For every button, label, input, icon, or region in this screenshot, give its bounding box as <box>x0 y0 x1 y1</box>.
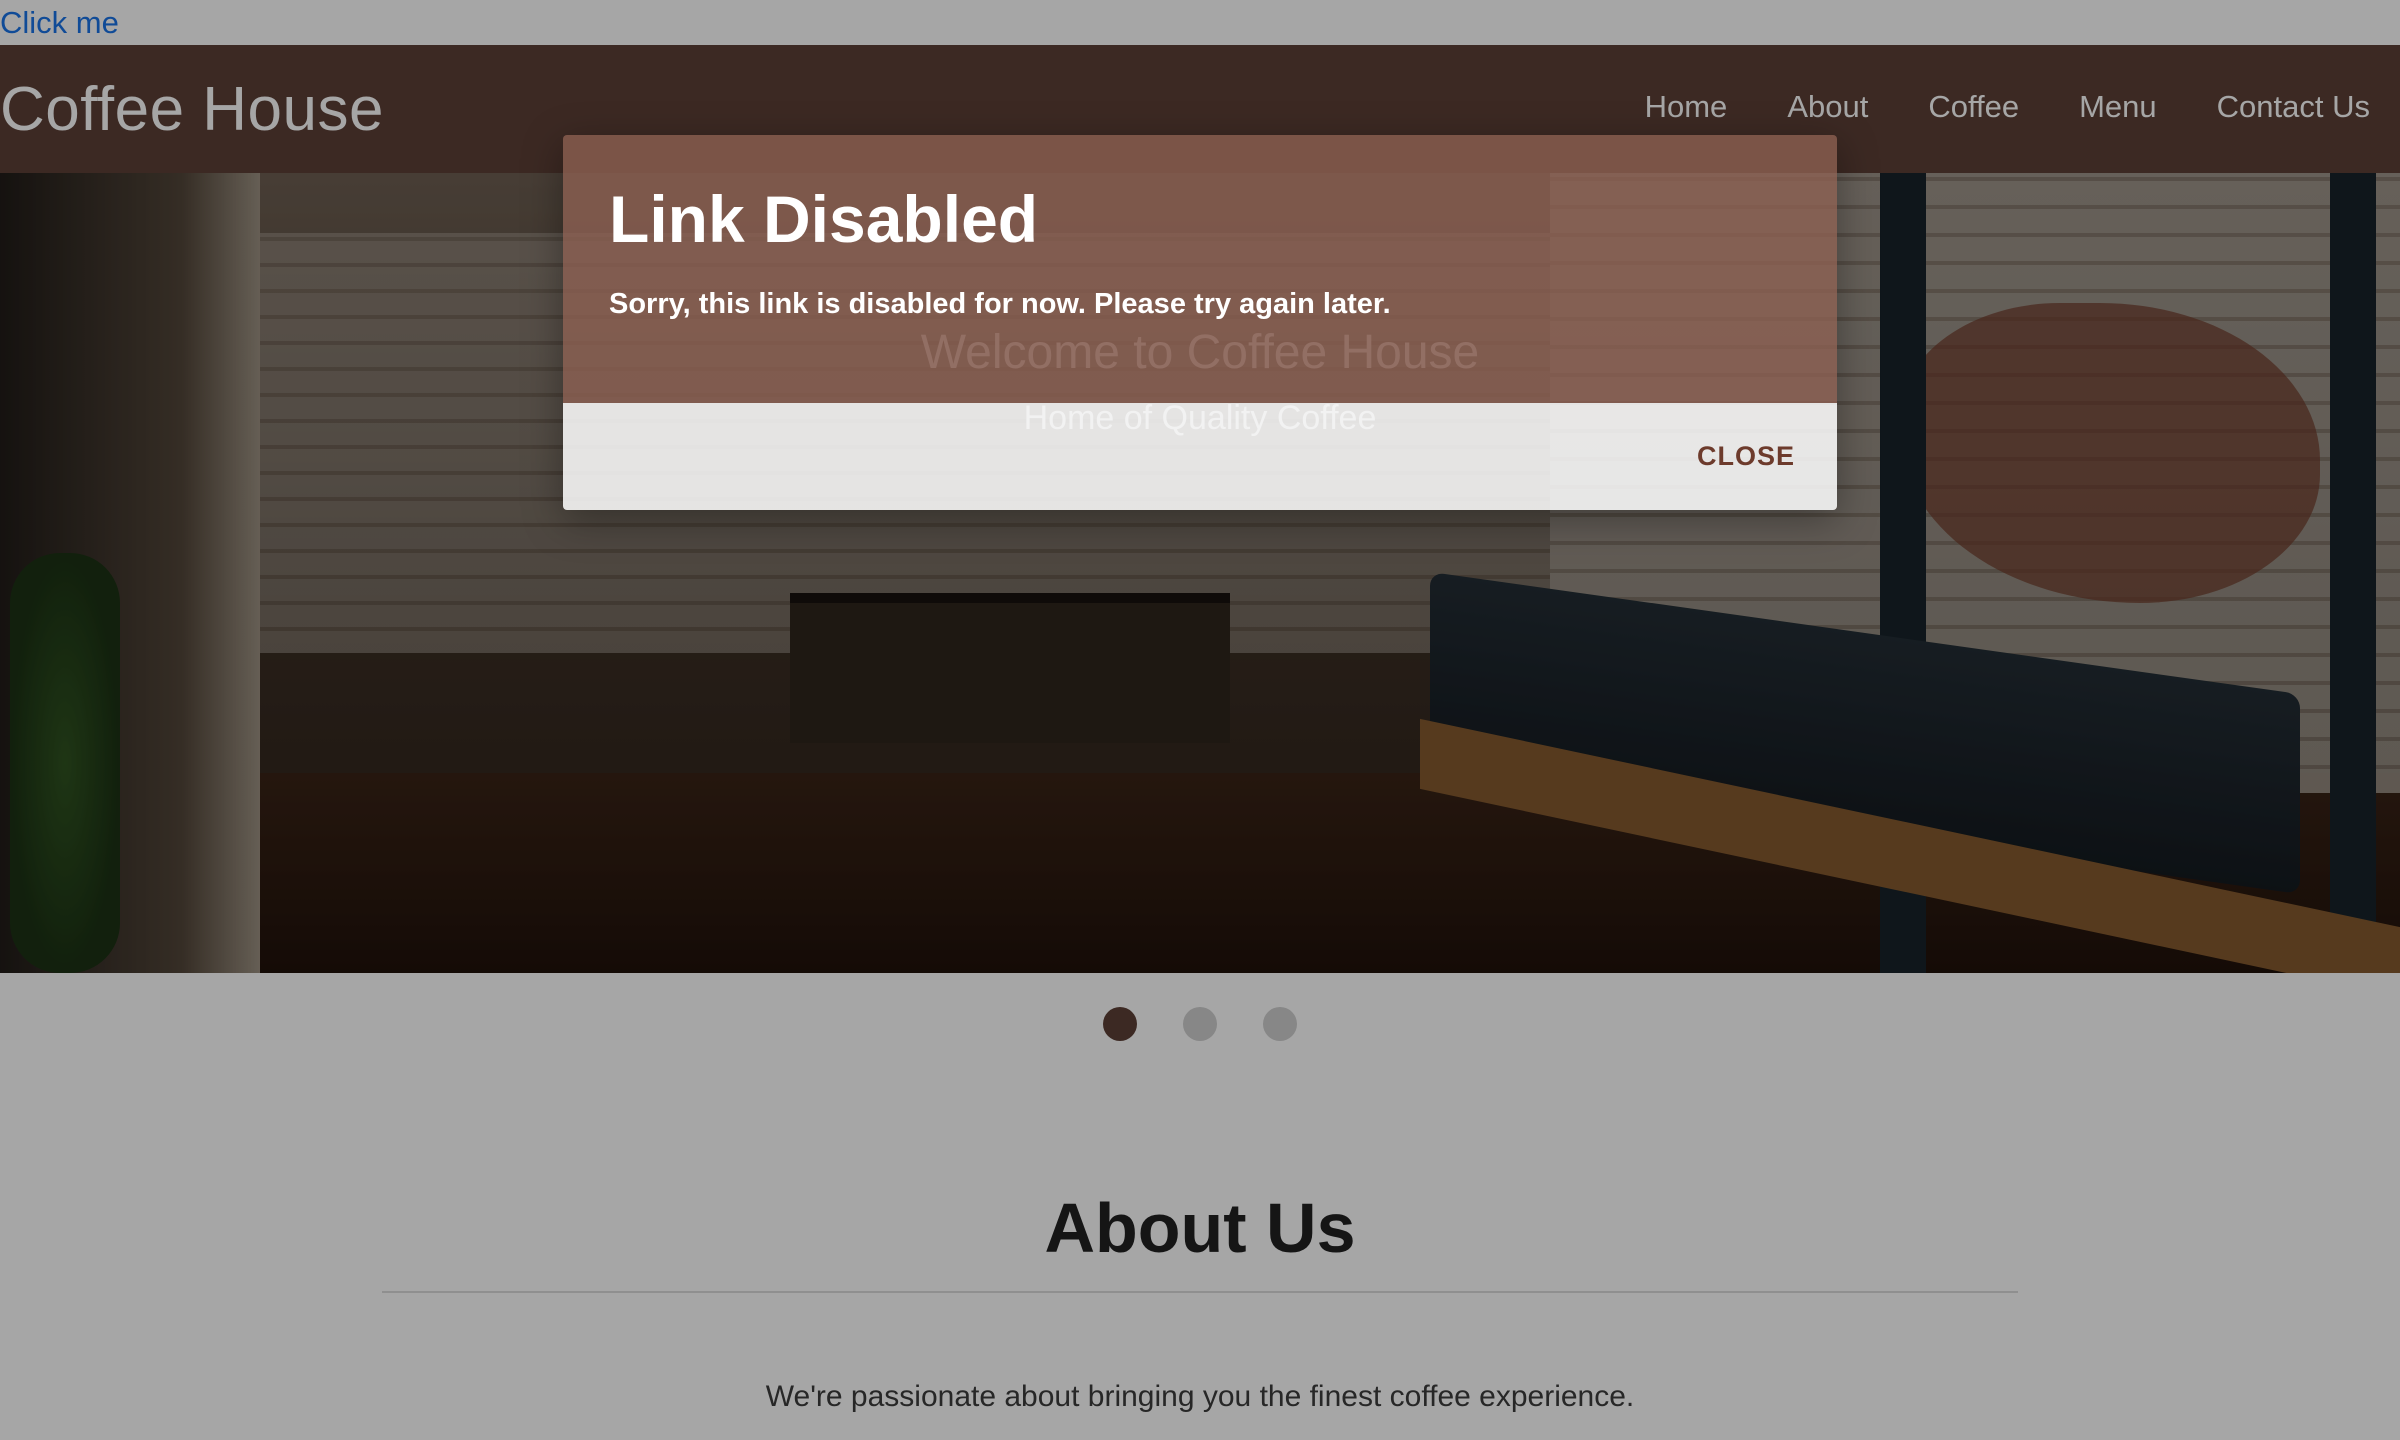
modal-message: Sorry, this link is disabled for now. Pl… <box>609 288 1391 320</box>
link-disabled-modal: Link Disabled Sorry, this link is disabl… <box>563 135 1837 510</box>
modal-content: Link Disabled Sorry, this link is disabl… <box>563 135 1837 403</box>
modal-footer: CLOSE <box>563 403 1837 510</box>
modal-title: Link Disabled <box>609 182 1039 256</box>
close-button[interactable]: CLOSE <box>1697 439 1795 473</box>
